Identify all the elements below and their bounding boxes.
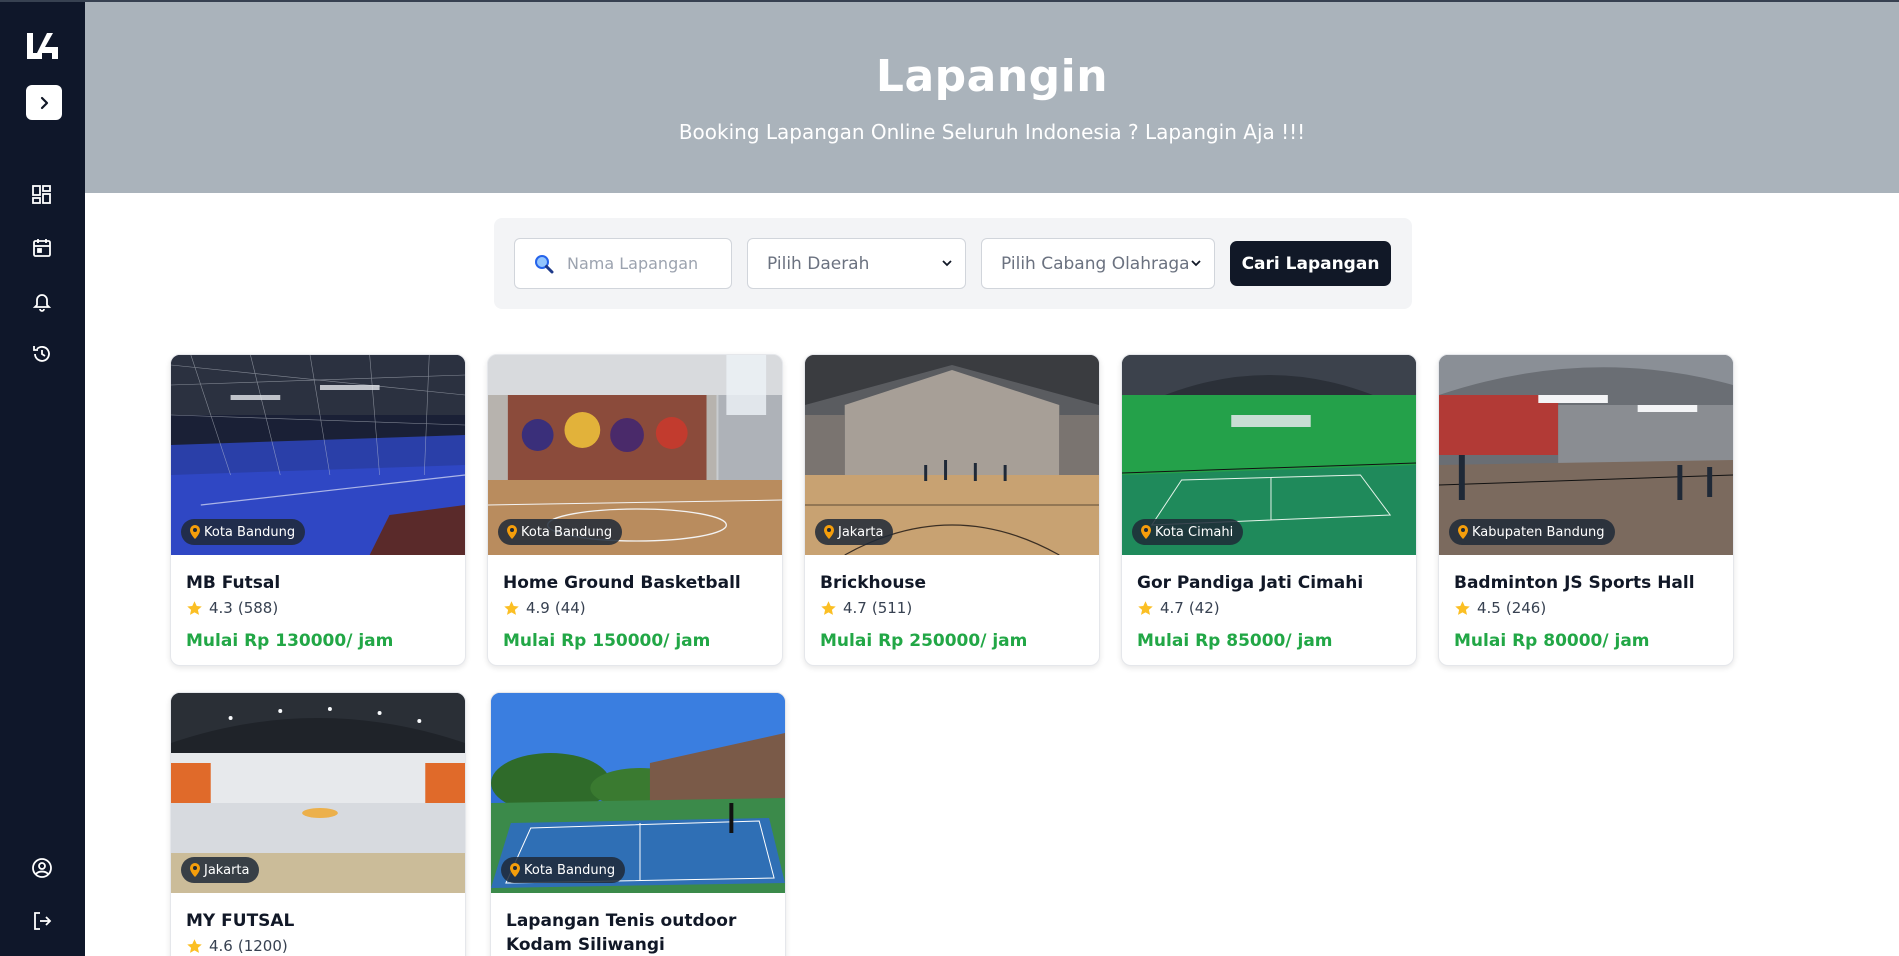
venue-price: Mulai Rp 80000/ jam bbox=[1454, 631, 1650, 651]
location-badge: Jakarta bbox=[815, 519, 894, 545]
venue-name: MB Futsal bbox=[186, 573, 281, 593]
location-badge: Kota Bandung bbox=[498, 519, 623, 545]
sport-select-label: Pilih Cabang Olahraga bbox=[1001, 253, 1190, 274]
map-pin-icon bbox=[190, 863, 200, 877]
venue-price: Mulai Rp 85000/ jam bbox=[1137, 631, 1333, 651]
search-input[interactable] bbox=[567, 254, 717, 273]
location-badge: Jakarta bbox=[181, 857, 260, 883]
venue-rating: 4.5 (246) bbox=[1454, 599, 1718, 617]
venue-card[interactable]: Kota Bandung Lapangan Tenis outdoor Koda… bbox=[490, 692, 786, 956]
rating-value: 4.5 bbox=[1477, 599, 1501, 617]
logout-icon[interactable] bbox=[30, 909, 54, 933]
chevron-right-icon bbox=[40, 96, 49, 109]
map-pin-icon bbox=[1458, 525, 1468, 539]
rating-value: 4.6 bbox=[209, 937, 233, 955]
calendar-icon[interactable] bbox=[30, 236, 54, 260]
rating-value: 4.7 bbox=[1160, 599, 1184, 617]
star-icon bbox=[1138, 600, 1153, 615]
venue-card[interactable]: Jakarta MY FUTSAL 4.6 (1200) bbox=[170, 692, 466, 956]
location-label: Jakarta bbox=[204, 862, 250, 878]
location-label: Kabupaten Bandung bbox=[1472, 524, 1605, 540]
venue-price: Mulai Rp 250000/ jam bbox=[820, 631, 1028, 651]
page-title: Lapangin bbox=[875, 51, 1109, 102]
venue-photo: Kabupaten Bandung bbox=[1439, 355, 1733, 555]
review-count: (44) bbox=[554, 599, 586, 617]
rating-value: 4.7 bbox=[843, 599, 867, 617]
venue-card[interactable]: Kota Bandung MB Futsal 4.3 (588) Mulai R… bbox=[170, 354, 466, 666]
map-pin-icon bbox=[824, 525, 834, 539]
venue-card[interactable]: Kabupaten Bandung Badminton JS Sports Ha… bbox=[1438, 354, 1734, 666]
venue-name: MY FUTSAL bbox=[186, 911, 295, 931]
region-select[interactable]: Pilih Daerah bbox=[747, 238, 966, 289]
bell-icon[interactable] bbox=[30, 289, 54, 313]
search-button[interactable]: Cari Lapangan bbox=[1230, 241, 1391, 286]
venue-name: Home Ground Basketball bbox=[503, 573, 741, 593]
map-pin-icon bbox=[190, 525, 200, 539]
venue-rating: 4.3 (588) bbox=[186, 599, 450, 617]
star-icon bbox=[187, 600, 202, 615]
star-icon bbox=[821, 600, 836, 615]
chevron-down-icon bbox=[942, 260, 952, 267]
venue-photo: Kota Bandung bbox=[171, 355, 465, 555]
sidebar bbox=[0, 0, 85, 956]
venue-photo: Jakarta bbox=[171, 693, 465, 893]
venue-price: Mulai Rp 130000/ jam bbox=[186, 631, 394, 651]
location-label: Kota Bandung bbox=[204, 524, 296, 540]
hero-banner: Lapangin Booking Lapangan Online Seluruh… bbox=[85, 0, 1899, 193]
venue-rating: 4.7 (42) bbox=[1137, 599, 1401, 617]
venue-photo: Jakarta bbox=[805, 355, 1099, 555]
location-label: Kota Bandung bbox=[524, 862, 616, 878]
search-field[interactable] bbox=[514, 238, 732, 289]
page-subtitle: Booking Lapangan Online Seluruh Indonesi… bbox=[678, 120, 1306, 144]
venue-photo: Kota Bandung bbox=[488, 355, 782, 555]
search-icon bbox=[533, 253, 555, 275]
review-count: (246) bbox=[1505, 599, 1547, 617]
venue-card[interactable]: Kota Cimahi Gor Pandiga Jati Cimahi 4.7 … bbox=[1121, 354, 1417, 666]
location-badge: Kabupaten Bandung bbox=[1449, 519, 1615, 545]
venue-photo: Kota Bandung bbox=[491, 693, 785, 893]
dashboard-icon[interactable] bbox=[30, 183, 54, 207]
venue-name: Gor Pandiga Jati Cimahi bbox=[1137, 573, 1364, 593]
map-pin-icon bbox=[1141, 525, 1151, 539]
history-icon[interactable] bbox=[30, 342, 54, 366]
location-label: Kota Bandung bbox=[521, 524, 613, 540]
venue-card[interactable]: Kota Bandung Home Ground Basketball 4.9 … bbox=[487, 354, 783, 666]
user-circle-icon[interactable] bbox=[30, 856, 54, 880]
location-badge: Kota Bandung bbox=[181, 519, 306, 545]
review-count: (42) bbox=[1188, 599, 1220, 617]
rating-value: 4.9 bbox=[526, 599, 550, 617]
venue-name: Lapangan Tenis outdoor Kodam Siliwangi bbox=[506, 911, 737, 955]
review-count: (1200) bbox=[237, 937, 288, 955]
venue-photo: Kota Cimahi bbox=[1122, 355, 1416, 555]
location-label: Kota Cimahi bbox=[1155, 524, 1234, 540]
location-badge: Kota Cimahi bbox=[1132, 519, 1244, 545]
venue-rating: 4.9 (44) bbox=[503, 599, 767, 617]
star-icon bbox=[1455, 600, 1470, 615]
star-icon bbox=[187, 938, 202, 953]
review-count: (588) bbox=[237, 599, 279, 617]
venue-name: Badminton JS Sports Hall bbox=[1454, 573, 1695, 593]
region-select-label: Pilih Daerah bbox=[767, 253, 870, 274]
venue-price: Mulai Rp 150000/ jam bbox=[503, 631, 711, 651]
sport-select[interactable]: Pilih Cabang Olahraga bbox=[981, 238, 1215, 289]
venue-rating: 4.6 (1200) bbox=[186, 937, 450, 955]
rating-value: 4.3 bbox=[209, 599, 233, 617]
search-panel: Pilih Daerah Pilih Cabang Olahraga Cari … bbox=[494, 218, 1412, 309]
expand-sidebar-button[interactable] bbox=[26, 85, 62, 120]
map-pin-icon bbox=[510, 863, 520, 877]
star-icon bbox=[504, 600, 519, 615]
venue-rating: 4.7 (511) bbox=[820, 599, 1084, 617]
map-pin-icon bbox=[507, 525, 517, 539]
venue-card[interactable]: Jakarta Brickhouse 4.7 (511) Mulai Rp 25… bbox=[804, 354, 1100, 666]
review-count: (511) bbox=[871, 599, 913, 617]
chevron-down-icon bbox=[1191, 260, 1201, 267]
venue-name: Brickhouse bbox=[820, 573, 927, 593]
logo[interactable] bbox=[25, 30, 61, 62]
location-label: Jakarta bbox=[838, 524, 884, 540]
location-badge: Kota Bandung bbox=[501, 857, 626, 883]
